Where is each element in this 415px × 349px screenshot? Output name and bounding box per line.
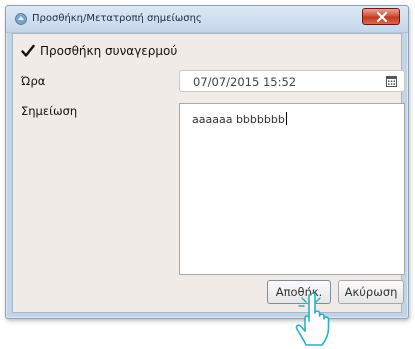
- note-textarea[interactable]: aaaaaa bbbbbbb: [179, 103, 405, 275]
- time-value[interactable]: 07/07/2015 15:52: [193, 75, 296, 89]
- note-text[interactable]: aaaaaa bbbbbbb: [192, 112, 287, 126]
- title-bar[interactable]: Προσθήκη/Μετατροπή σημείωσης: [6, 6, 408, 33]
- calendar-icon[interactable]: [386, 76, 397, 87]
- note-label: Σημείωση: [21, 104, 78, 118]
- window-title: Προσθήκη/Μετατροπή σημείωσης: [32, 13, 202, 24]
- dialog-window: Προσθήκη/Μετατροπή σημείωσης Προσθήκη συ…: [5, 5, 409, 319]
- alarm-checkbox[interactable]: Προσθήκη συναγερμού: [21, 42, 177, 60]
- alarm-checkbox-label: Προσθήκη συναγερμού: [40, 44, 178, 58]
- hand-pointer-icon: [295, 292, 330, 346]
- dialog-body: Προσθήκη συναγερμού Ώρα 07/07/2015 15:52…: [12, 33, 405, 313]
- time-field[interactable]: 07/07/2015 15:52: [179, 70, 405, 92]
- checkmark-icon[interactable]: [21, 44, 35, 58]
- text-caret: [285, 112, 287, 125]
- close-icon: [377, 12, 387, 22]
- app-icon: [15, 13, 27, 25]
- time-label: Ώρα: [21, 74, 46, 88]
- close-button[interactable]: [362, 8, 400, 25]
- cancel-button[interactable]: Ακύρωση: [338, 280, 404, 304]
